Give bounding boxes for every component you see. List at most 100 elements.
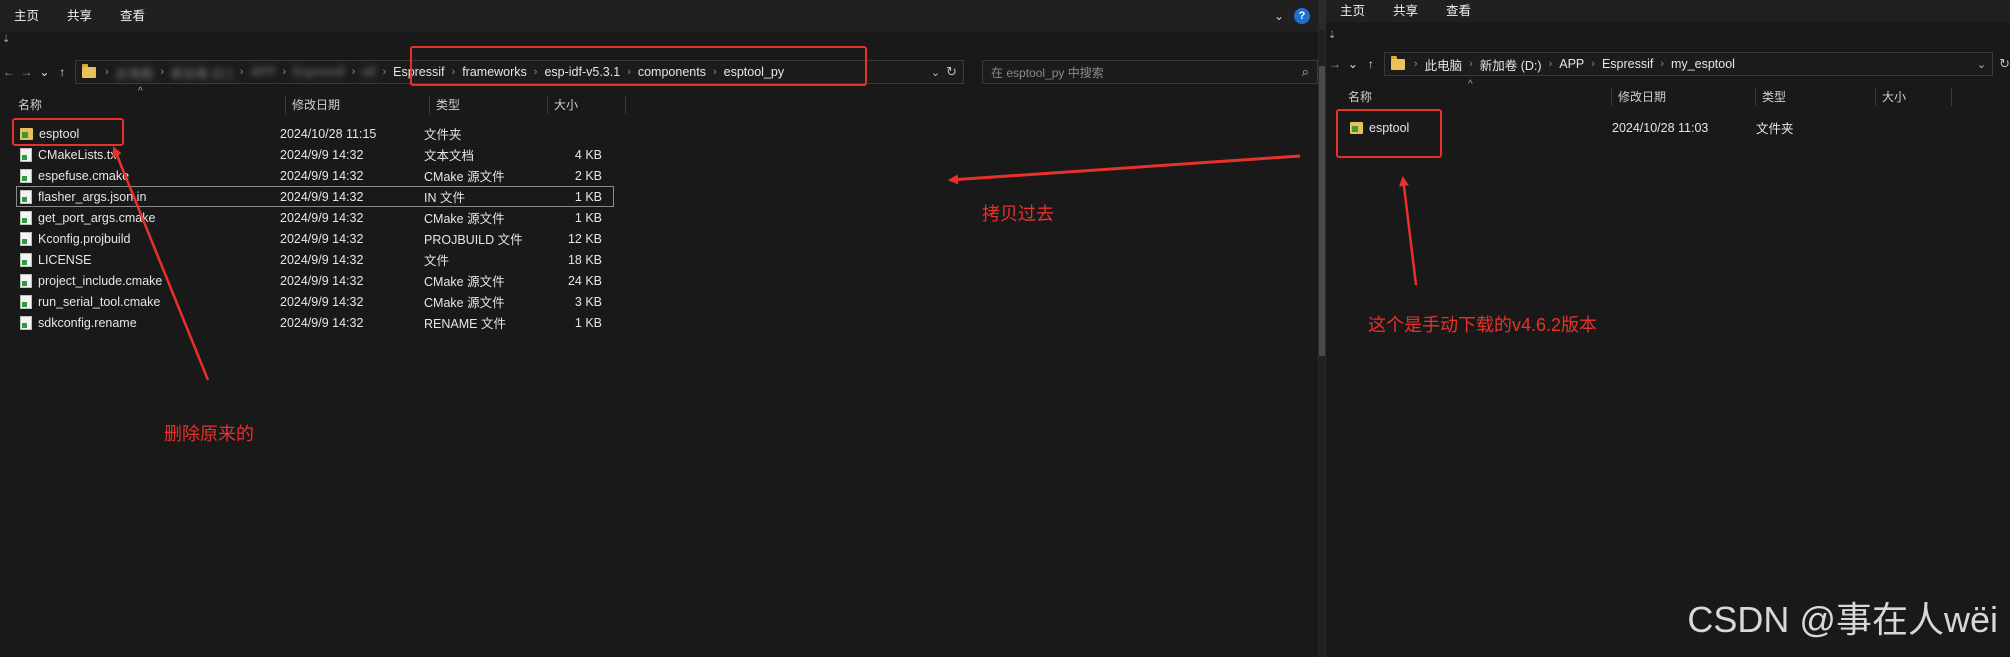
breadcrumb-separator: › [105,66,109,78]
file-date: 2024/9/9 14:32 [280,231,364,246]
breadcrumb-this-pc[interactable]: 此电脑 [1421,55,1467,74]
left-forward-icon[interactable]: → [18,65,36,79]
sort-caret-icon: ^ [138,86,143,97]
left-up-icon[interactable]: ↑ [53,65,71,79]
annotation-delete: 删除原来的 [164,424,254,444]
file-name: Kconfig.projbuild [38,231,131,246]
file-icon [20,210,32,225]
left-refresh-icon[interactable]: ↻ [940,64,957,80]
breadcrumb-app[interactable]: APP [1555,57,1588,71]
left-search-input[interactable]: 在 esptool_py 中搜索 ⌕ [982,60,1318,84]
list-item-selected[interactable]: flasher_args.json.in 2024/9/9 14:32 IN 文… [16,186,614,207]
breadcrumb-espressif[interactable]: Espressif [1598,57,1657,71]
file-icon [20,252,32,267]
annotation-manual: 这个是手动下载的v4.6.2版本 [1368,315,1598,335]
list-item[interactable]: CMakeLists.txt 2024/9/9 14:32 文本文档 4 KB [0,144,614,165]
right-address-bar[interactable]: › 此电脑 › 新加卷 (D:) › APP › Espressif › my_… [1383,52,1994,76]
file-icon [20,273,32,288]
file-type: 文件 [424,254,450,268]
file-name: espefuse.cmake [38,168,130,183]
breadcrumb-blurred: APP [250,65,276,79]
list-item[interactable]: run_serial_tool.cmake 2024/9/9 14:32 CMa… [0,291,614,312]
file-size: 4 KB [574,147,602,162]
pane-divider [1318,0,1326,657]
highlight-right-esptool [1336,109,1442,158]
sort-caret-icon: ^ [1468,79,1473,90]
file-date: 2024/10/28 11:15 [280,126,377,141]
file-size: 1 KB [574,315,602,330]
breadcrumb-drive-d[interactable]: 新加卷 (D:) [1476,55,1546,74]
breadcrumb-separator: › [1548,58,1553,70]
right-tab-home[interactable]: 主页 [1326,0,1379,22]
file-size: 18 KB [567,252,602,267]
column-date[interactable]: 修改日期 [286,96,430,114]
file-name: CMakeLists.txt [38,147,120,162]
right-address-dropdown-icon[interactable]: ⌄ [1971,58,1986,71]
right-column-header: 名称 修改日期 类型 大小 [1326,86,2010,108]
list-item[interactable]: espefuse.cmake 2024/9/9 14:32 CMake 源文件 … [0,165,614,186]
highlight-left-esptool [12,118,124,146]
column-name[interactable]: 名称 [12,96,286,114]
left-ribbon-expand-icon[interactable]: ⌄ [1274,9,1284,23]
column-type[interactable]: 类型 [1756,88,1876,106]
search-icon[interactable]: ⌕ [1302,64,1309,80]
file-icon [20,147,32,162]
column-date[interactable]: 修改日期 [1612,88,1756,106]
list-item[interactable]: sdkconfig.rename 2024/9/9 14:32 RENAME 文… [0,312,614,333]
highlight-left-path [410,46,867,86]
right-forward-icon[interactable]: → [1326,57,1344,71]
file-icon [20,189,32,204]
scrollbar-thumb[interactable] [1319,66,1325,356]
file-type: CMake 源文件 [424,212,505,226]
file-type: CMake 源文件 [424,170,505,184]
list-item[interactable]: LICENSE 2024/9/9 14:32 文件 18 KB [0,249,614,270]
right-quick-access-icon[interactable]: ⇣ [1328,30,1336,41]
file-type: CMake 源文件 [424,296,505,310]
file-size: 2 KB [574,168,602,183]
left-tab-home[interactable]: 主页 [0,0,53,32]
left-address-dropdown-icon[interactable]: ⌄ [925,66,940,79]
left-help-icon[interactable]: ? [1294,8,1310,24]
right-up-icon[interactable]: ↑ [1362,57,1380,71]
file-name: LICENSE [38,252,92,267]
breadcrumb-blurred: Espressif [293,65,345,79]
file-name: sdkconfig.rename [38,315,137,330]
file-name-cell: LICENSE [0,252,262,267]
left-tab-share[interactable]: 共享 [53,0,106,32]
column-size[interactable]: 大小 [1876,88,1952,106]
left-back-icon[interactable]: ← [0,65,18,79]
folder-icon [82,63,97,78]
list-item[interactable]: project_include.cmake 2024/9/9 14:32 CMa… [0,270,614,291]
column-size[interactable]: 大小 [548,96,626,114]
file-date: 2024/9/9 14:32 [280,273,364,288]
file-name-cell: run_serial_tool.cmake [0,294,262,309]
right-recent-icon[interactable]: ⌄ [1344,57,1362,71]
right-tab-share[interactable]: 共享 [1379,0,1432,22]
breadcrumb-separator: › [239,66,244,78]
folder-icon [1390,55,1405,70]
left-column-header: 名称 修改日期 类型 大小 [0,94,1318,116]
column-type[interactable]: 类型 [430,96,548,114]
file-type: PROJBUILD 文件 [424,233,523,247]
file-type: 文件夹 [1756,122,1794,136]
file-name-cell: espefuse.cmake [0,168,262,183]
left-tab-view[interactable]: 查看 [106,0,159,32]
file-name: get_port_args.cmake [38,210,156,225]
right-tab-view[interactable]: 查看 [1432,0,1485,22]
file-type: 文本文档 [424,149,475,163]
breadcrumb-separator: › [1469,58,1473,70]
left-recent-icon[interactable]: ⌄ [36,65,54,79]
file-type: RENAME 文件 [424,317,506,331]
file-size: 3 KB [574,294,602,309]
file-name-cell: CMakeLists.txt [0,147,262,162]
left-quick-access-icon[interactable]: ⇣ [2,34,10,45]
file-type: 文件夹 [424,128,462,142]
breadcrumb-my-esptool[interactable]: my_esptool [1667,57,1739,71]
file-size: 1 KB [574,189,602,204]
column-name[interactable]: 名称 [1342,88,1612,106]
list-item[interactable]: Kconfig.projbuild 2024/9/9 14:32 PROJBUI… [0,228,614,249]
list-item[interactable]: get_port_args.cmake 2024/9/9 14:32 CMake… [0,207,614,228]
right-refresh-icon[interactable]: ↻ [1993,56,2010,72]
file-date: 2024/9/9 14:32 [280,294,364,309]
file-size: 12 KB [567,231,602,246]
